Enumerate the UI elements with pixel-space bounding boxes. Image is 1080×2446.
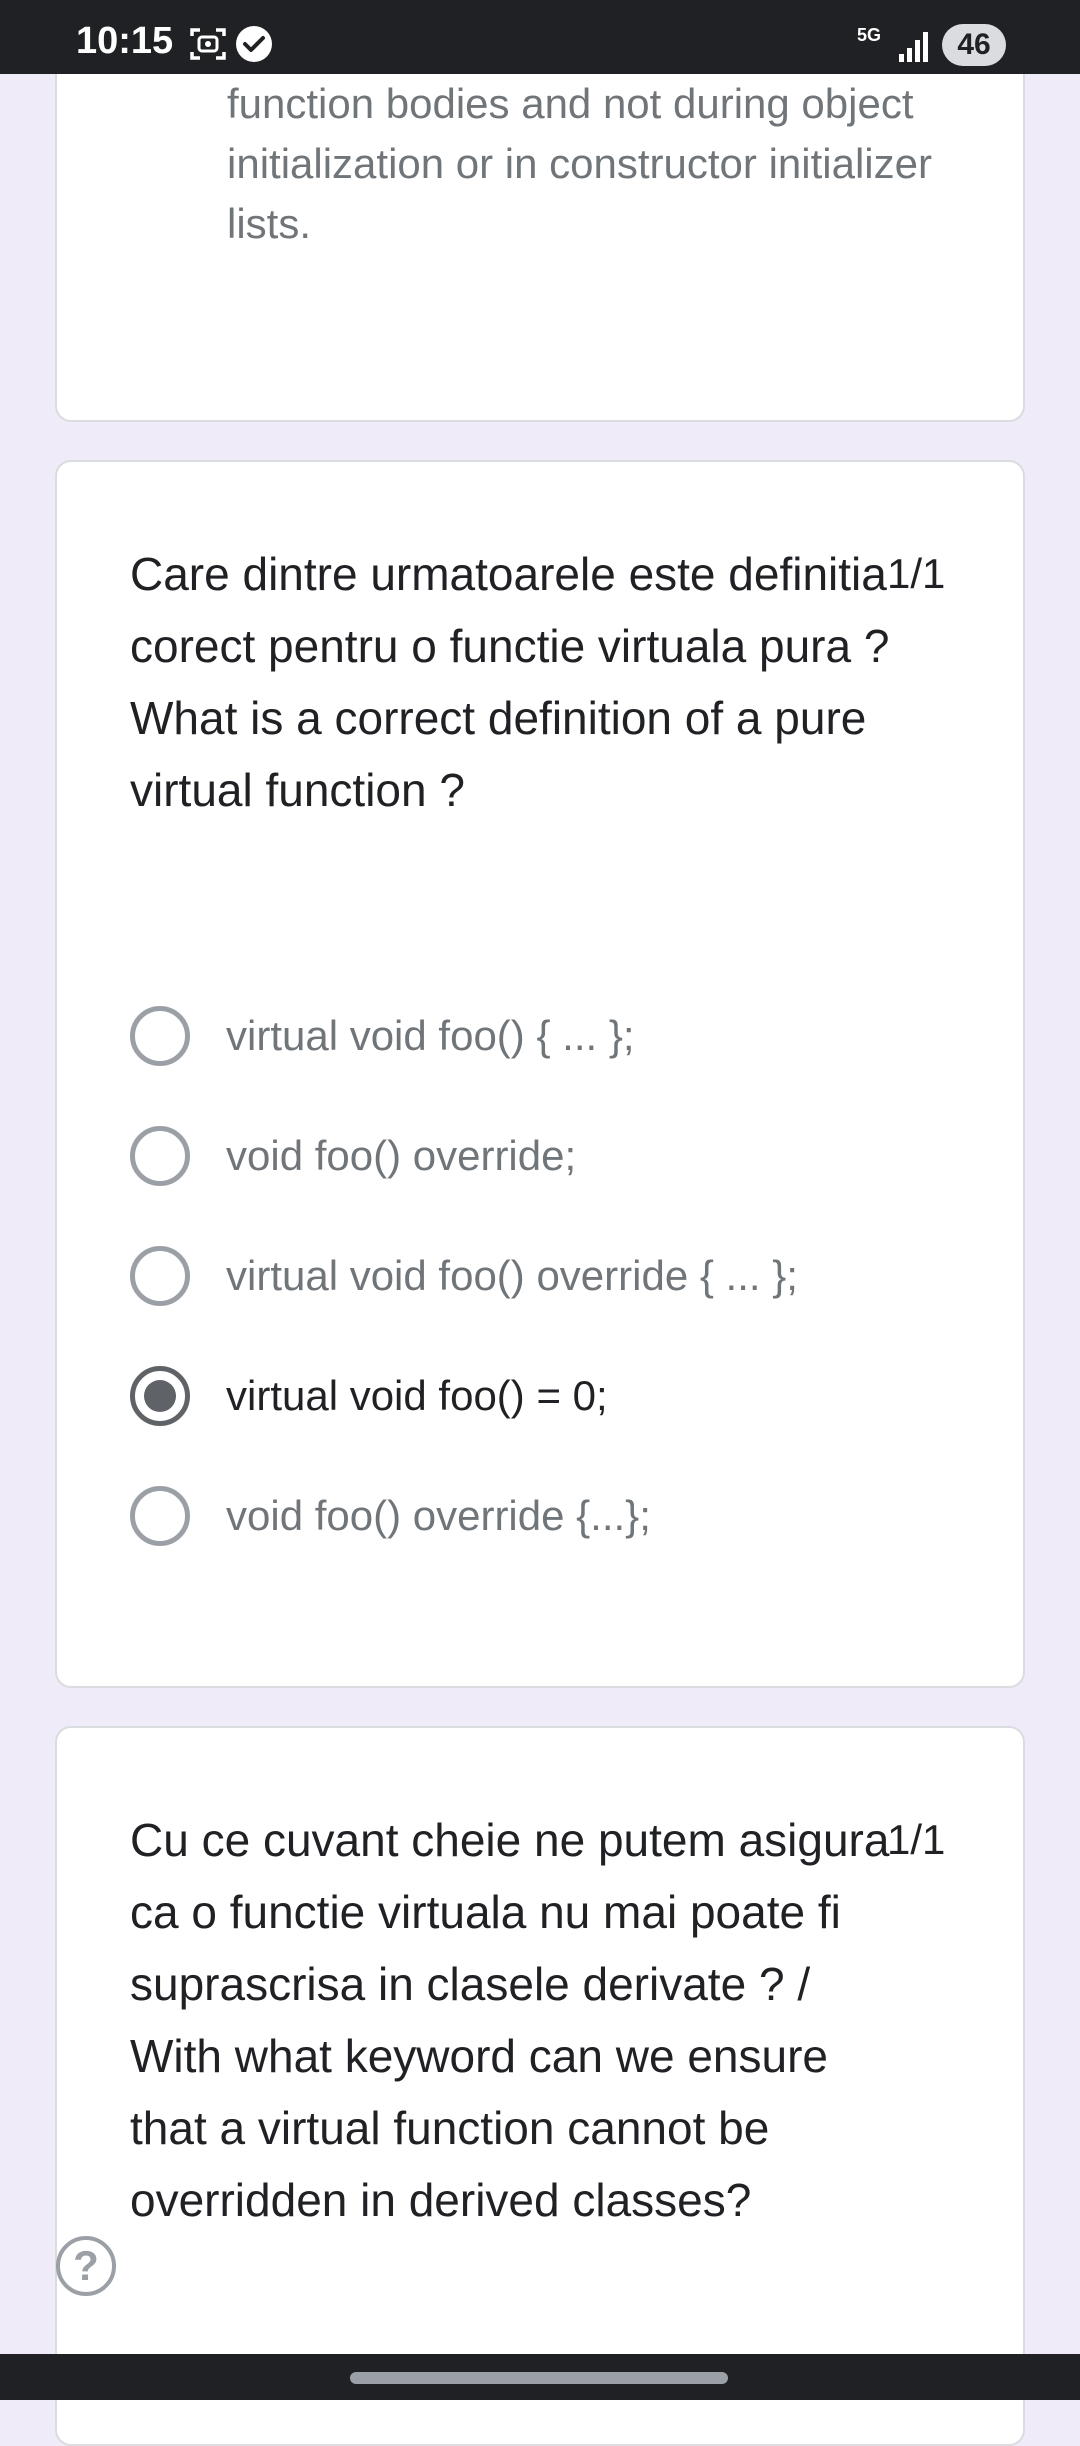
status-bar: 10:15 5G 46 [0, 0, 1080, 74]
score-label: 1/1 [887, 1816, 946, 1863]
answer-option-selected[interactable]: virtual void foo() = 0; [130, 1366, 990, 1426]
screenshot-icon [188, 24, 228, 69]
score-label: 1/1 [887, 550, 946, 597]
network-label: 5G [857, 25, 882, 45]
home-gesture-handle[interactable] [350, 2372, 728, 2384]
status-time: 10:15 [76, 20, 174, 62]
answer-option[interactable]: virtual void foo() { ... }; [130, 1006, 990, 1066]
radio-button[interactable] [130, 1006, 190, 1066]
radio-button-selected[interactable] [130, 1366, 190, 1426]
option-label: void foo() override {...}; [226, 1492, 651, 1539]
radio-button[interactable] [130, 1246, 190, 1306]
radio-button[interactable] [130, 1126, 190, 1186]
answer-option[interactable]: void foo() override {...}; [130, 1486, 990, 1546]
option-label: void foo() override; [226, 1132, 577, 1179]
answer-option[interactable]: virtual void foo() override { ... }; [130, 1246, 990, 1306]
help-icon[interactable]: ? [56, 2236, 116, 2296]
check-circle-icon [234, 24, 274, 69]
battery-indicator: 46 [942, 24, 1006, 66]
option-label: virtual void foo() = 0; [226, 1372, 608, 1419]
navigation-bar [0, 2354, 1080, 2400]
question-text: Care dintre urmatoarele este definitia c… [130, 548, 890, 816]
question-text: Cu ce cuvant cheie ne putem asigura ca o… [130, 1814, 890, 2226]
option-label: virtual void foo() { ... }; [226, 1012, 635, 1059]
answer-option[interactable]: void foo() override; [130, 1126, 990, 1186]
option-label: virtual void foo() override { ... }; [226, 1252, 798, 1299]
question-card: Cu ce cuvant cheie ne putem asigura ca o… [55, 1726, 1025, 2446]
question-card: Care dintre urmatoarele este definitia c… [55, 460, 1025, 1688]
radio-button[interactable] [130, 1486, 190, 1546]
signal-icon [897, 28, 931, 69]
